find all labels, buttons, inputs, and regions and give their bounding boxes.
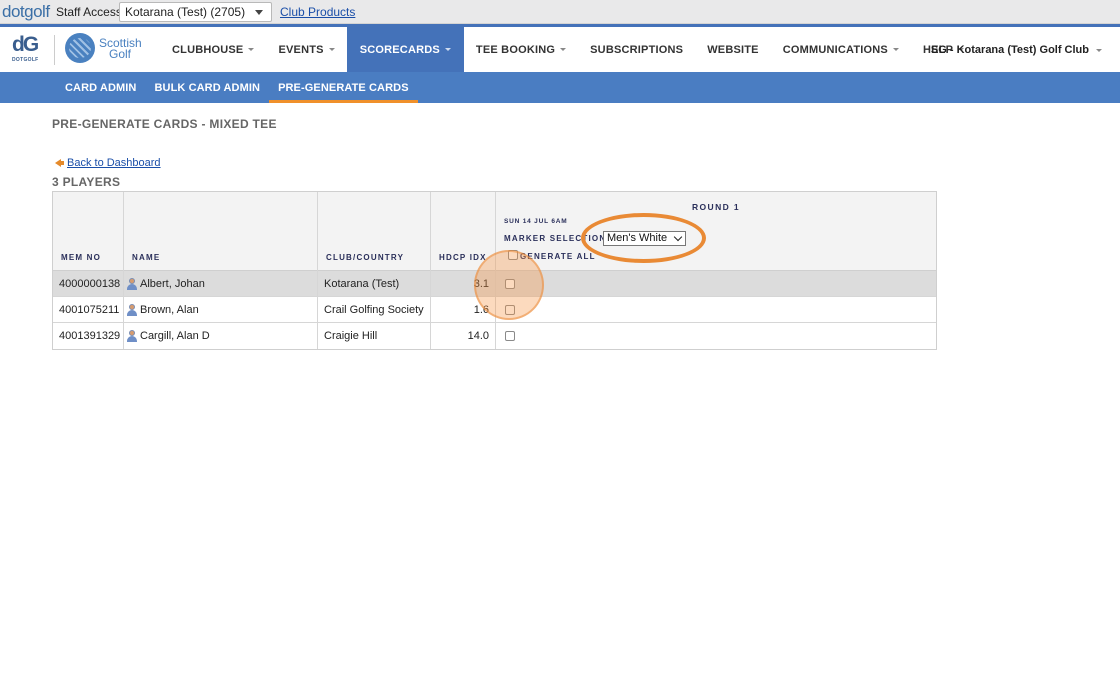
- cell-hdcp: 1.6: [431, 297, 496, 323]
- cell-generate: [496, 323, 937, 349]
- chevron-down-icon: [673, 232, 683, 242]
- player-name: Cargill, Alan D: [140, 330, 210, 342]
- scottish-golf-logo-icon[interactable]: [65, 33, 95, 63]
- caret-down-icon: [328, 48, 335, 51]
- header-mem-no: MEM NO: [53, 192, 124, 271]
- cell-name: Cargill, Alan D: [124, 323, 318, 349]
- table-row: 4000000138 Albert, Johan Kotarana (Test)…: [53, 271, 936, 297]
- cell-hdcp: 14.0: [431, 323, 496, 349]
- generate-all-label: GENERATE ALL: [520, 252, 596, 261]
- club-products-link[interactable]: Club Products: [280, 5, 355, 19]
- subnav-items: CARD ADMIN BULK CARD ADMIN PRE-GENERATE …: [56, 72, 418, 103]
- nav-item-communications[interactable]: COMMUNICATIONS: [771, 27, 911, 72]
- scottish-golf-logo-text[interactable]: Scottish Golf: [99, 37, 142, 61]
- back-link-label: Back to Dashboard: [67, 157, 161, 169]
- cell-mem-no: 4000000138: [53, 271, 124, 297]
- table-row: 4001391329 Cargill, Alan D Craigie Hill …: [53, 323, 936, 349]
- nav-divider: [54, 35, 55, 65]
- header-club-country: CLUB/COUNTRY: [318, 192, 431, 271]
- generate-all-checkbox[interactable]: [508, 250, 518, 260]
- nav-item-label: WEBSITE: [707, 43, 759, 56]
- subnav-bulk-card-admin[interactable]: BULK CARD ADMIN: [145, 72, 269, 103]
- sub-nav: CARD ADMIN BULK CARD ADMIN PRE-GENERATE …: [0, 72, 1120, 103]
- generate-checkbox[interactable]: [505, 279, 515, 289]
- header-label: NAME: [132, 253, 161, 262]
- cell-club: Kotarana (Test): [318, 271, 431, 297]
- cell-mem-no: 4001075211: [53, 297, 124, 323]
- table-row: 4001075211 Brown, Alan Crail Golfing Soc…: [53, 297, 936, 323]
- generate-checkbox[interactable]: [505, 331, 515, 341]
- caret-down-icon: [248, 48, 255, 51]
- nav-item-subscriptions[interactable]: SUBSCRIPTIONS: [578, 27, 695, 72]
- scottish-golf-line2: Golf: [109, 47, 132, 61]
- caret-down-icon: [892, 48, 899, 51]
- cell-hdcp: 3.1: [431, 271, 496, 297]
- nav-item-events[interactable]: EVENTS: [266, 27, 346, 72]
- generate-checkbox[interactable]: [505, 305, 515, 315]
- staff-bar: dotgolf Staff Access Kotarana (Test) (27…: [0, 0, 1120, 24]
- marker-selection-value: Men's White: [607, 232, 668, 244]
- nav-item-clubhouse[interactable]: CLUBHOUSE: [160, 27, 266, 72]
- table-header: MEM NO NAME CLUB/COUNTRY HDCP IDX ROUND …: [53, 192, 936, 271]
- person-icon[interactable]: [126, 330, 138, 342]
- nav-item-label: CLUBHOUSE: [172, 43, 244, 56]
- player-name: Albert, Johan: [140, 278, 205, 290]
- dotgolf-mark: dG: [12, 33, 39, 56]
- cell-club: Crail Golfing Society: [318, 297, 431, 323]
- round-title: ROUND 1: [692, 202, 741, 212]
- nav-item-label: EVENTS: [278, 43, 324, 56]
- nav-item-label: SUBSCRIPTIONS: [590, 43, 684, 56]
- cell-generate: [496, 271, 937, 297]
- staff-access-label: Staff Access: [56, 5, 122, 19]
- main-nav: dG DOTGOLF Scottish Golf CLUBHOUSE EVENT…: [0, 24, 1120, 72]
- dotgolf-brand-logo[interactable]: dG DOTGOLF: [12, 34, 42, 68]
- nav-item-website[interactable]: WEBSITE: [695, 27, 771, 72]
- club-select-value: Kotarana (Test) (2705): [125, 5, 246, 19]
- cell-name: Albert, Johan: [124, 271, 318, 297]
- caret-down-icon: [1096, 48, 1102, 52]
- cell-club: Craigie Hill: [318, 323, 431, 349]
- caret-down-icon: [444, 48, 451, 51]
- marker-selection-select[interactable]: Men's White: [603, 231, 686, 246]
- cell-mem-no: 4001391329: [53, 323, 124, 349]
- header-label: HDCP IDX: [439, 253, 487, 262]
- header-label: MEM NO: [61, 253, 102, 262]
- header-name: NAME: [124, 192, 318, 271]
- players-count: 3 PLAYERS: [52, 175, 121, 189]
- header-hdcp-idx: HDCP IDX: [431, 192, 496, 271]
- header-round: ROUND 1 SUN 14 JUL 6AM MARKER SELECTION:…: [496, 192, 937, 271]
- club-name-label: SG - Kotarana (Test) Golf Club: [930, 44, 1089, 56]
- cell-generate: [496, 297, 937, 323]
- person-icon[interactable]: [126, 304, 138, 316]
- person-icon[interactable]: [126, 278, 138, 290]
- dotgolf-logo[interactable]: dotgolf: [2, 1, 50, 23]
- player-name: Brown, Alan: [140, 304, 199, 316]
- nav-items: CLUBHOUSE EVENTS SCORECARDS TEE BOOKING …: [160, 27, 976, 72]
- cell-name: Brown, Alan: [124, 297, 318, 323]
- club-select[interactable]: Kotarana (Test) (2705): [119, 2, 272, 22]
- chevron-down-icon: [255, 10, 263, 15]
- nav-item-label: COMMUNICATIONS: [782, 43, 888, 56]
- page-title: PRE-GENERATE CARDS - MIXED TEE: [52, 117, 277, 131]
- nav-item-tee-booking[interactable]: TEE BOOKING: [464, 27, 578, 72]
- nav-item-label: SCORECARDS: [359, 43, 440, 56]
- round-date: SUN 14 JUL 6AM: [504, 218, 568, 225]
- subnav-pre-generate-cards[interactable]: PRE-GENERATE CARDS: [269, 72, 418, 103]
- subnav-card-admin[interactable]: CARD ADMIN: [56, 72, 145, 103]
- nav-item-label: TEE BOOKING: [475, 43, 556, 56]
- header-label: CLUB/COUNTRY: [326, 253, 405, 262]
- arrow-left-icon: [55, 159, 64, 167]
- marker-selection-label: MARKER SELECTION:: [504, 234, 611, 243]
- players-table: MEM NO NAME CLUB/COUNTRY HDCP IDX ROUND …: [52, 191, 937, 350]
- back-to-dashboard-link[interactable]: Back to Dashboard: [55, 157, 161, 169]
- club-switcher[interactable]: SG - Kotarana (Test) Golf Club: [931, 44, 1102, 56]
- nav-item-scorecards[interactable]: SCORECARDS: [346, 27, 464, 72]
- dotgolf-caption: DOTGOLF: [12, 57, 39, 63]
- caret-down-icon: [560, 48, 567, 51]
